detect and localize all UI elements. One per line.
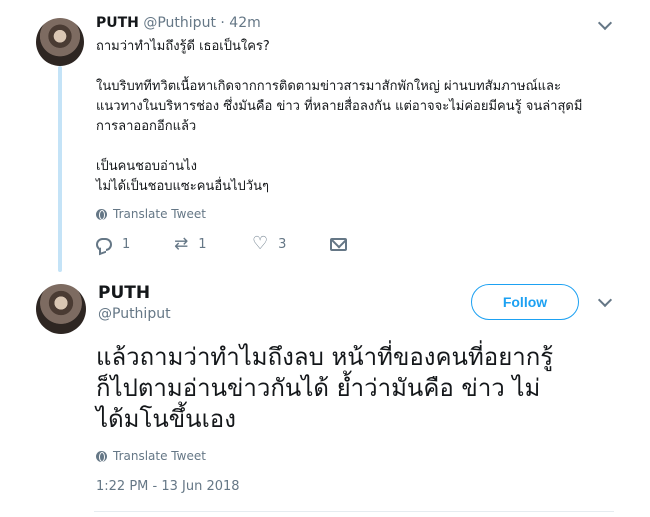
- retweet-icon: ⇄: [174, 234, 189, 254]
- translate-label: Translate Tweet: [113, 207, 206, 221]
- mail-icon: [330, 237, 347, 251]
- main-tweet-text: แล้วถามว่าทำไมถึงลบ หน้าที่ของคนที่อยากร…: [96, 342, 636, 435]
- handle[interactable]: @Puthiput: [98, 305, 171, 323]
- translate-label: Translate Tweet: [113, 449, 206, 463]
- like-count: 3: [278, 236, 287, 252]
- text-line: แล้วถามว่าทำไมถึงลบ หน้าที่ของคนที่อยากร…: [96, 343, 554, 371]
- display-name[interactable]: PUTH: [98, 283, 150, 303]
- follow-button[interactable]: Follow: [471, 284, 579, 320]
- text-line: ก็ไปตามอ่านข่าวกันได้ ย้ำว่ามันคือ ข่าว …: [96, 374, 541, 402]
- reply-icon: [96, 237, 112, 251]
- tweet-actions: 1 ⇄ 1 ♡ 3: [96, 233, 408, 254]
- thread-connector-line: [58, 66, 62, 272]
- tweet-age[interactable]: 42m: [229, 15, 260, 31]
- text-line: ได้มโนขึ้นเอง: [96, 405, 236, 433]
- avatar[interactable]: [36, 18, 84, 66]
- divider: [94, 511, 614, 512]
- reply-tweet: PUTH @Puthiput · 42m ถามว่าทำไมถึงรู้ดี …: [0, 0, 650, 272]
- translate-tweet-link[interactable]: Translate Tweet: [96, 207, 206, 221]
- translate-tweet-link[interactable]: Translate Tweet: [96, 449, 206, 463]
- chevron-down-icon[interactable]: [597, 15, 613, 31]
- like-button[interactable]: ♡ 3: [252, 233, 330, 254]
- text-line: ไม่ได้เป็นชอบแซะคนอื่นไปวันๆ: [96, 179, 269, 194]
- tweet-timestamp[interactable]: 1:22 PM - 13 Jun 2018: [96, 479, 240, 494]
- heart-icon: ♡: [252, 233, 269, 254]
- separator-dot: ·: [220, 15, 225, 31]
- text-line: การลาออกอีกแล้ว: [96, 119, 197, 134]
- retweet-button[interactable]: ⇄ 1: [174, 234, 252, 254]
- avatar[interactable]: [36, 284, 86, 334]
- reply-button[interactable]: 1: [96, 237, 174, 252]
- reply-tweet-header: PUTH @Puthiput · 42m: [96, 14, 261, 32]
- text-line: ถามว่าทำไมถึงรู้ดี เธอเป็นใคร?: [96, 39, 270, 54]
- globe-icon: [96, 208, 107, 220]
- reply-count: 1: [122, 236, 131, 252]
- text-line: แนวทางในบริหารช่อง ซึ่งมันคือ ข่าว ที่หล…: [96, 99, 583, 114]
- handle[interactable]: @Puthiput: [143, 15, 216, 31]
- display-name[interactable]: PUTH: [96, 15, 139, 31]
- chevron-down-icon[interactable]: [597, 292, 613, 308]
- globe-icon: [96, 450, 107, 462]
- retweet-count: 1: [198, 236, 207, 252]
- direct-message-button[interactable]: [330, 237, 408, 251]
- text-line: ในบริบททีทวิตเนื้อหาเกิดจากการติดตามข่าว…: [96, 79, 561, 94]
- reply-tweet-text: ถามว่าทำไมถึงรู้ดี เธอเป็นใคร? ในบริบทที…: [96, 37, 626, 197]
- text-line: เป็นคนชอบอ่านไง: [96, 159, 197, 174]
